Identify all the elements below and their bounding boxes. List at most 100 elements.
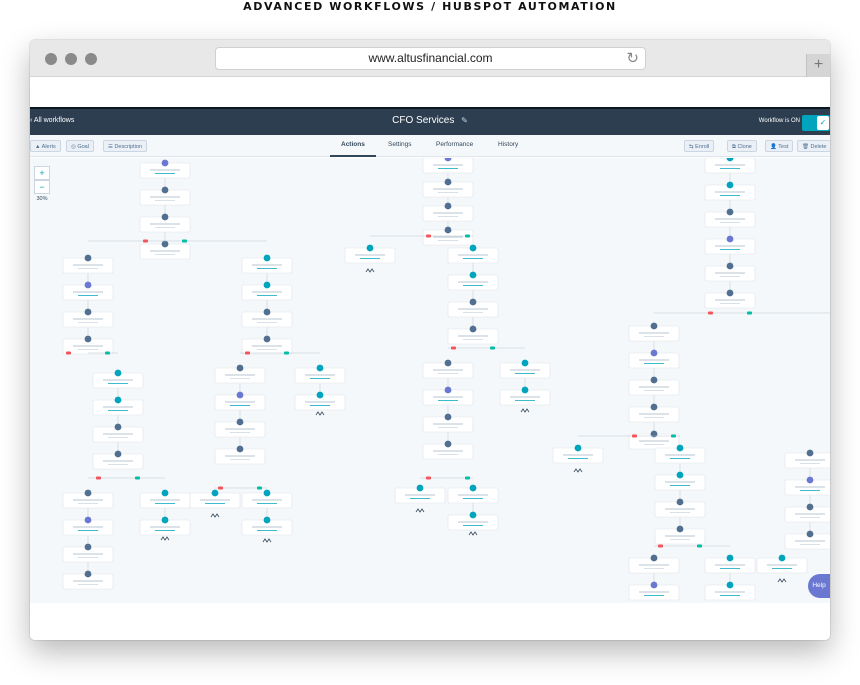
branch-yes-pill — [135, 476, 140, 480]
email-icon — [806, 476, 814, 484]
branch-yes-pill — [671, 434, 676, 438]
branch-yes-pill — [747, 311, 752, 315]
test-button[interactable]: 👤 Test — [765, 140, 794, 152]
delay-icon — [263, 308, 271, 316]
end-icon — [415, 508, 425, 513]
delay-icon — [726, 262, 734, 270]
zoom-window-button[interactable] — [85, 53, 97, 65]
delay-icon — [161, 240, 169, 248]
task-icon — [161, 489, 169, 497]
address-bar[interactable]: www.altusfinancial.com ↻ — [215, 47, 646, 70]
branch-yes-pill — [105, 351, 110, 355]
active-tab-indicator — [330, 155, 376, 157]
delay-icon — [650, 403, 658, 411]
delay-icon — [726, 289, 734, 297]
pencil-icon[interactable]: ✎ — [461, 116, 468, 125]
end-icon — [160, 536, 170, 541]
tab-settings[interactable]: Settings — [388, 141, 412, 148]
workflow-canvas[interactable]: + − 30% — [30, 158, 830, 603]
delay-icon — [650, 430, 658, 438]
workflow-header: ‹ All workflows CFO Services ✎ Workflow … — [30, 107, 830, 135]
branch-no-pill — [426, 476, 431, 480]
end-icon — [573, 468, 583, 473]
task-icon — [676, 471, 684, 479]
delay-icon — [726, 208, 734, 216]
branch-yes-pill — [465, 234, 470, 238]
branch-no-pill — [245, 351, 250, 355]
delay-icon — [444, 413, 452, 421]
task-icon — [161, 516, 169, 524]
branch-yes-pill — [490, 346, 495, 350]
tab-performance[interactable]: Performance — [436, 141, 473, 148]
new-tab-button[interactable]: + — [806, 54, 830, 77]
task-icon — [316, 391, 324, 399]
end-icon — [468, 531, 478, 536]
delay-icon — [236, 418, 244, 426]
branch-no-pill — [708, 311, 713, 315]
close-window-button[interactable] — [45, 53, 57, 65]
branch-no-pill — [658, 544, 663, 548]
branch-yes-pill — [697, 544, 702, 548]
delay-icon — [650, 376, 658, 384]
email-icon — [84, 516, 92, 524]
description-button[interactable]: ☰ Description — [103, 140, 147, 152]
delay-icon — [84, 308, 92, 316]
branch-no-pill — [218, 486, 223, 490]
delay-icon — [444, 178, 452, 186]
branch-yes-pill — [465, 476, 470, 480]
clone-button[interactable]: ⧉ Clone — [727, 140, 757, 152]
goal-button[interactable]: ◎ Goal — [66, 140, 94, 152]
delay-icon — [444, 440, 452, 448]
zoom-in-button[interactable]: + — [34, 166, 50, 180]
task-icon — [521, 386, 529, 394]
delay-icon — [444, 359, 452, 367]
task-icon — [114, 369, 122, 377]
branch-yes-pill — [284, 351, 289, 355]
tab-actions[interactable]: Actions — [341, 141, 365, 148]
task-icon — [469, 511, 477, 519]
tab-history[interactable]: History — [498, 141, 518, 148]
delay-icon — [806, 530, 814, 538]
email-icon — [444, 386, 452, 394]
delay-icon — [114, 450, 122, 458]
workflow-status-label: Workflow is ON — [758, 118, 800, 124]
page-caption: ADVANCED WORKFLOWS / HUBSPOT AUTOMATION — [243, 0, 617, 13]
workflow-title[interactable]: CFO Services ✎ — [30, 115, 830, 126]
workflow-toolbar: ▲ Alerts ◎ Goal ☰ Description Actions Se… — [30, 135, 830, 157]
alerts-button[interactable]: ▲ Alerts — [30, 140, 61, 152]
zoom-out-button[interactable]: − — [34, 180, 50, 194]
delay-icon — [84, 254, 92, 262]
email-icon — [726, 235, 734, 243]
delay-icon — [676, 498, 684, 506]
workflow-name: CFO Services — [392, 115, 455, 126]
delete-button[interactable]: 🗑 Delete — [797, 140, 830, 152]
minimize-window-button[interactable] — [65, 53, 77, 65]
reload-icon[interactable]: ↻ — [626, 50, 639, 67]
email-icon — [84, 281, 92, 289]
end-icon — [365, 268, 375, 273]
task-icon — [416, 484, 424, 492]
task-icon — [263, 489, 271, 497]
task-icon — [469, 244, 477, 252]
workflow-on-toggle[interactable]: ✓ — [802, 115, 830, 131]
help-button[interactable]: Help — [808, 574, 830, 598]
branch-no-pill — [143, 239, 148, 243]
end-icon — [777, 578, 787, 583]
email-icon — [650, 349, 658, 357]
zoom-controls: + − 30% — [34, 166, 50, 202]
email-icon — [650, 581, 658, 589]
branch-no-pill — [96, 476, 101, 480]
task-icon — [316, 364, 324, 372]
enroll-button[interactable]: ⇆ Enroll — [684, 140, 715, 152]
task-icon — [366, 244, 374, 252]
workflow-diagram — [62, 158, 830, 601]
task-icon — [726, 554, 734, 562]
end-icon — [262, 538, 272, 543]
delay-icon — [444, 226, 452, 234]
delay-icon — [84, 543, 92, 551]
end-icon — [315, 411, 325, 416]
checkmark-icon: ✓ — [817, 116, 829, 130]
branch-no-pill — [66, 351, 71, 355]
zoom-level: 30% — [36, 196, 48, 202]
delay-icon — [84, 570, 92, 578]
